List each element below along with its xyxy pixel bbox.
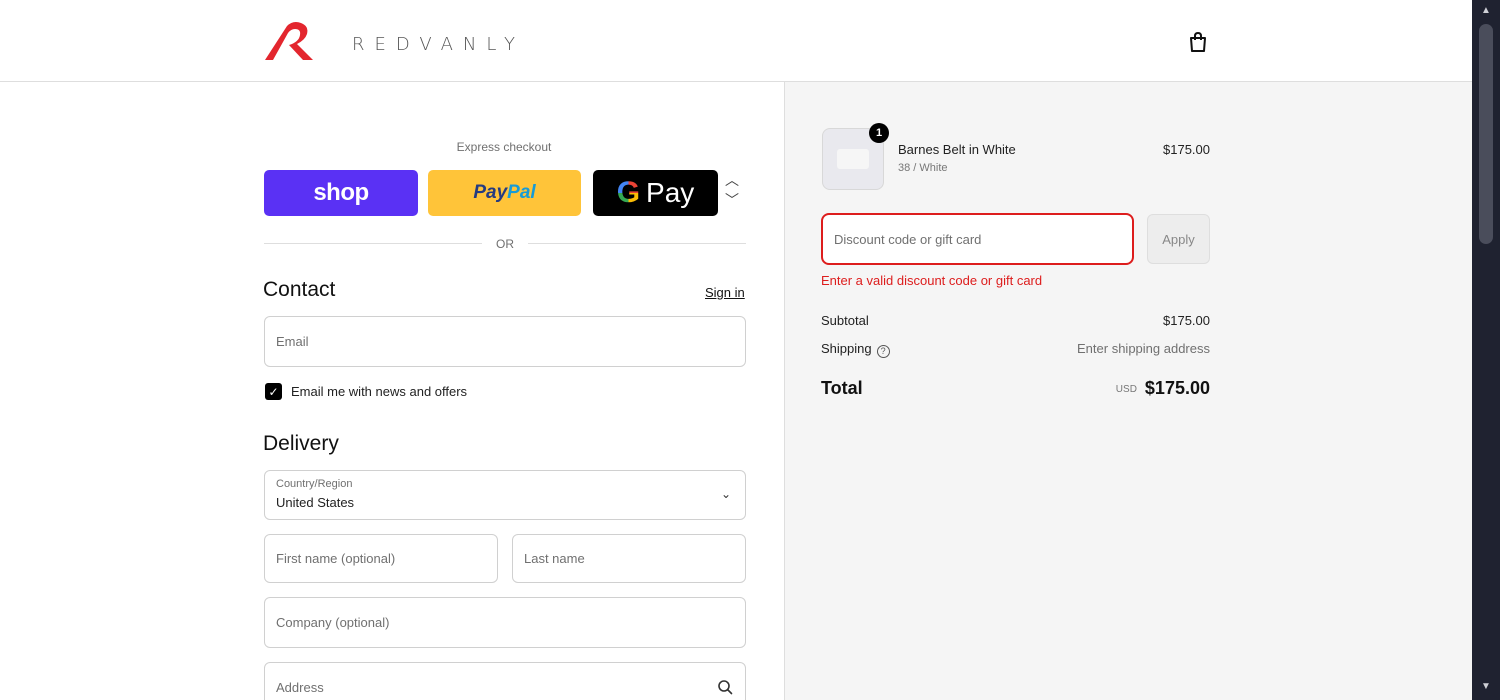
first-name-field[interactable] — [264, 534, 498, 583]
subtotal-value: $175.00 — [1163, 313, 1210, 328]
shop-pay-label: shop — [313, 179, 369, 206]
discount-input[interactable] — [823, 215, 1132, 263]
last-name-field[interactable] — [512, 534, 746, 583]
sign-in-link[interactable]: Sign in — [705, 285, 745, 300]
chevron-down-icon: ﹀ — [725, 192, 739, 208]
newsletter-label: Email me with news and offers — [291, 384, 468, 399]
total-value: $175.00 — [1144, 378, 1210, 398]
product-name: Barnes Belt in White — [898, 142, 1016, 157]
country-label: Country/Region — [276, 478, 353, 490]
paypal-label-pal: Pal — [507, 182, 536, 203]
shipping-value: Enter shipping address — [1077, 341, 1210, 356]
first-name-input[interactable] — [265, 535, 497, 582]
chevron-up-icon: ︿ — [725, 172, 739, 188]
total-label: Total — [821, 378, 863, 398]
company-field[interactable] — [264, 597, 746, 648]
discount-field[interactable] — [821, 213, 1134, 265]
chevron-down-icon: ⌄ — [720, 487, 731, 501]
checkout-header: REDVANLY — [0, 0, 1472, 82]
country-select[interactable]: Country/Region United States ⌄ — [264, 470, 746, 520]
or-divider: OR — [264, 236, 746, 252]
page-scrollbar[interactable]: ▲ ▼ — [1472, 0, 1500, 700]
currency-code: USD — [1115, 384, 1137, 395]
email-input[interactable] — [265, 317, 745, 366]
quantity-badge: 1 — [869, 123, 889, 143]
help-circle-icon[interactable]: ? — [876, 345, 890, 358]
shopping-bag-icon[interactable] — [1186, 30, 1210, 54]
google-pay-label: Pay — [646, 177, 695, 208]
search-icon[interactable] — [717, 679, 733, 695]
express-checkout-label: Express checkout — [456, 140, 552, 154]
or-label: OR — [496, 237, 514, 251]
subtotal-label: Subtotal — [821, 313, 869, 328]
product-variant: 38 / White — [898, 162, 948, 174]
discount-error-message: Enter a valid discount code or gift card — [821, 273, 1043, 288]
redvanly-logo-icon[interactable] — [263, 20, 321, 64]
email-field[interactable] — [264, 316, 746, 367]
newsletter-row[interactable]: ✓ Email me with news and offers — [265, 383, 467, 400]
brand-name: REDVANLY — [352, 34, 525, 55]
contact-title: Contact — [263, 278, 336, 301]
shop-pay-button[interactable]: shop — [264, 170, 418, 216]
country-value: United States — [276, 495, 355, 510]
total-row-value: USD $175.00 — [1000, 378, 1210, 399]
scroll-down-icon[interactable]: ▼ — [1479, 680, 1493, 694]
express-more-toggle[interactable]: ︿ ﹀ — [722, 170, 742, 216]
google-g-icon: G — [616, 176, 641, 209]
delivery-title: Delivery — [263, 432, 339, 455]
company-input[interactable] — [265, 598, 745, 647]
last-name-input[interactable] — [513, 535, 745, 582]
shipping-label: Shipping — [821, 341, 872, 356]
shipping-row: Shipping? — [821, 341, 890, 358]
paypal-label-pay: Pay — [473, 182, 508, 203]
scroll-up-icon[interactable]: ▲ — [1479, 4, 1493, 18]
product-price: $175.00 — [1163, 142, 1210, 157]
address-field[interactable] — [264, 662, 746, 700]
newsletter-checkbox[interactable]: ✓ — [265, 383, 282, 400]
address-input[interactable] — [265, 663, 745, 700]
google-pay-button[interactable]: G Pay — [593, 170, 718, 216]
scrollbar-thumb[interactable] — [1479, 24, 1493, 244]
paypal-button[interactable]: Pay Pal — [428, 170, 581, 216]
apply-discount-button[interactable]: Apply — [1147, 214, 1210, 264]
product-image — [837, 149, 869, 169]
